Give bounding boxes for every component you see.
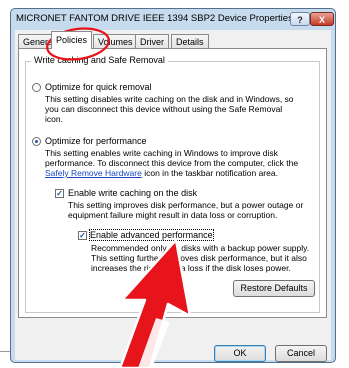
background-line: [0, 351, 10, 352]
tab-policies[interactable]: Policies: [51, 31, 93, 49]
annotation-overlay: [46, 27, 192, 368]
